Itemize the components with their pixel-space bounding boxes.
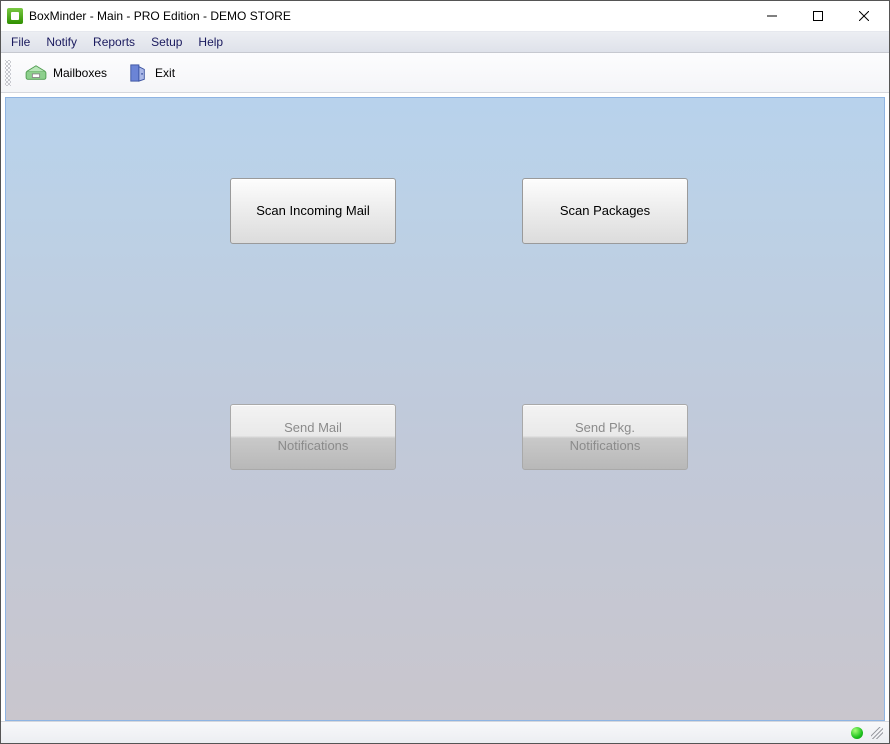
close-icon	[859, 11, 869, 21]
send-pkg-notifications-line1: Send Pkg.	[575, 419, 635, 437]
minimize-button[interactable]	[749, 1, 795, 31]
exit-button[interactable]: Exit	[117, 62, 185, 84]
client-wrap: Scan Incoming Mail Scan Packages Send Ma…	[1, 93, 889, 721]
send-mail-notifications-line2: Notifications	[278, 437, 349, 455]
resize-grip[interactable]	[871, 727, 883, 739]
send-mail-notifications-line1: Send Mail	[284, 419, 342, 437]
menu-help[interactable]: Help	[190, 32, 231, 52]
connection-status-icon	[851, 727, 863, 739]
scan-incoming-mail-button[interactable]: Scan Incoming Mail	[230, 178, 396, 244]
window-title: BoxMinder - Main - PRO Edition - DEMO ST…	[29, 9, 291, 23]
menu-notify[interactable]: Notify	[38, 32, 85, 52]
title-bar: BoxMinder - Main - PRO Edition - DEMO ST…	[1, 1, 889, 31]
mailboxes-label: Mailboxes	[53, 66, 107, 80]
menu-file[interactable]: File	[3, 32, 38, 52]
send-mail-notifications-button[interactable]: Send Mail Notifications	[230, 404, 396, 470]
menu-bar: File Notify Reports Setup Help	[1, 31, 889, 53]
toolbar: Mailboxes Exit	[1, 53, 889, 93]
exit-icon	[127, 64, 149, 82]
maximize-icon	[813, 11, 823, 21]
toolbar-grip[interactable]	[5, 60, 11, 86]
main-panel: Scan Incoming Mail Scan Packages Send Ma…	[5, 97, 885, 721]
scan-packages-button[interactable]: Scan Packages	[522, 178, 688, 244]
status-bar	[1, 721, 889, 743]
close-button[interactable]	[841, 1, 887, 31]
scan-packages-label: Scan Packages	[560, 202, 650, 220]
mailbox-icon	[25, 64, 47, 82]
app-icon	[7, 8, 23, 24]
scan-incoming-mail-label: Scan Incoming Mail	[256, 202, 369, 220]
send-pkg-notifications-button[interactable]: Send Pkg. Notifications	[522, 404, 688, 470]
mailboxes-button[interactable]: Mailboxes	[15, 62, 117, 84]
exit-label: Exit	[155, 66, 175, 80]
window-controls	[749, 1, 887, 31]
menu-reports[interactable]: Reports	[85, 32, 143, 52]
send-pkg-notifications-line2: Notifications	[570, 437, 641, 455]
minimize-icon	[767, 11, 777, 21]
menu-setup[interactable]: Setup	[143, 32, 190, 52]
maximize-button[interactable]	[795, 1, 841, 31]
app-window: BoxMinder - Main - PRO Edition - DEMO ST…	[0, 0, 890, 744]
